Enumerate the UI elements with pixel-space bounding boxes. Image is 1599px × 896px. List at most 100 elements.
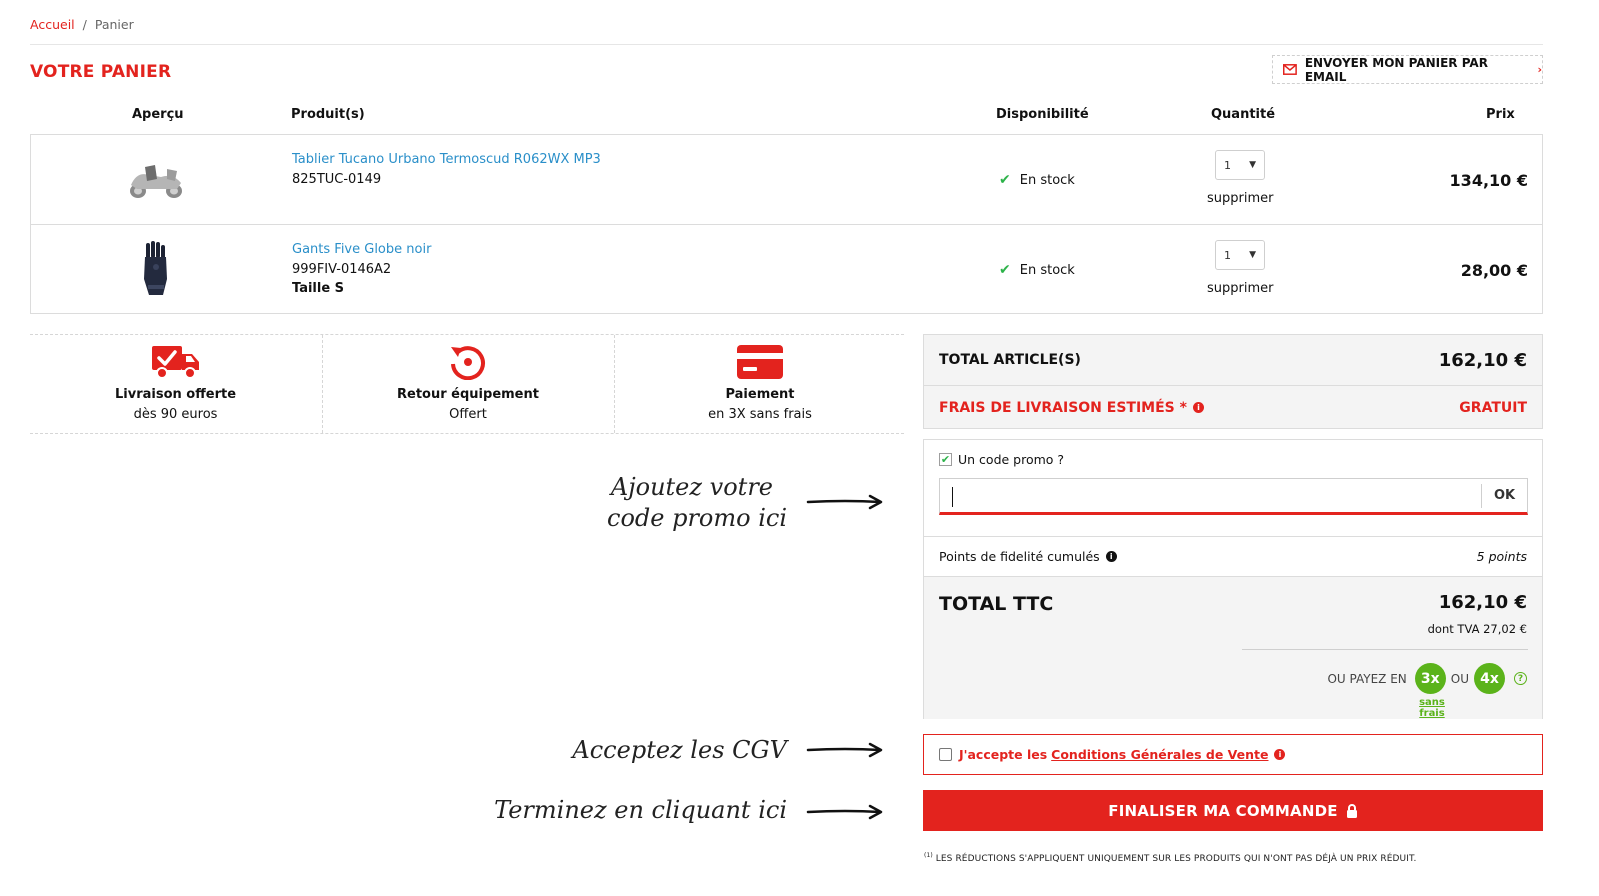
loyalty-points-row: Points de fidelité cumulés i 5 points [924, 536, 1542, 576]
annotation-cgv: Acceptez les CGV [572, 736, 787, 764]
quantity-value: 1 [1224, 248, 1231, 262]
breadcrumb-separator: / [82, 17, 87, 32]
header-product: Produit(s) [291, 107, 365, 122]
promo-checkbox[interactable]: ✔ [939, 453, 952, 466]
installment-or: OU [1450, 671, 1469, 686]
info-icon[interactable]: i [1192, 402, 1204, 413]
ttc-divider [1242, 649, 1528, 650]
header-divider [30, 44, 1543, 45]
cgv-prefix: J'accepte les [959, 747, 1048, 762]
item-price: 134,10 € [1449, 171, 1528, 190]
promo-toggle[interactable]: ✔ Un code promo ? [939, 452, 1064, 467]
total-ttc-section: TOTAL TTC 162,10 € dont TVA 27,02 € OU P… [924, 576, 1542, 719]
reassurance-subtitle: dès 90 euros [133, 407, 218, 422]
reassurance-subtitle: Offert [449, 407, 487, 422]
arrow-right-icon [806, 742, 883, 758]
return-icon [451, 346, 485, 380]
annotation-promo-line1: Ajoutez votre [610, 473, 773, 501]
product-link[interactable]: Gants Five Globe noir [292, 242, 431, 257]
glove-image[interactable] [141, 241, 171, 297]
email-cart-button[interactable]: ENVOYER MON PANIER PAR EMAIL › [1272, 55, 1543, 84]
pay-3x-badge[interactable]: 3x [1414, 663, 1446, 694]
product-ref: 825TUC-0149 [292, 172, 382, 187]
total-articles-value: 162,10 € [1438, 349, 1527, 371]
product-size: Taille S [292, 281, 345, 296]
info-icon[interactable]: i [1274, 749, 1286, 760]
chevron-down-icon: ▼ [1249, 160, 1256, 170]
finalize-label: FINALISER MA COMMANDE [1108, 801, 1338, 820]
checkmark-icon: ✔ [999, 262, 1011, 278]
lock-icon [1346, 803, 1357, 818]
reassurance-title: Livraison offerte [114, 387, 237, 402]
item-price: 28,00 € [1460, 261, 1528, 280]
breadcrumb: Accueil / Panier [30, 17, 134, 32]
footnote-mark: (1) [924, 852, 933, 859]
stock-label: En stock [1019, 172, 1075, 188]
remove-item-link[interactable]: supprimer [1207, 281, 1273, 296]
total-ttc-value: 162,10 € [1438, 592, 1527, 613]
reassurance-delivery: Livraison offerte dès 90 euros [30, 335, 321, 433]
promo-code-input[interactable] [940, 479, 1481, 512]
promo-label: Un code promo ? [958, 452, 1065, 467]
product-ref: 999FIV-0146A2 [292, 262, 392, 277]
footnote-text: LES RÉDUCTIONS S'APPLIQUENT UNIQUEMENT S… [935, 854, 1417, 864]
product-link[interactable]: Tablier Tucano Urbano Termoscud R062WX M… [292, 152, 601, 167]
cgv-checkbox[interactable] [939, 748, 952, 761]
remove-item-link[interactable]: supprimer [1207, 191, 1273, 206]
installment-prefix: OU PAYEZ EN [1327, 671, 1407, 686]
text-caret [952, 487, 953, 507]
quantity-select[interactable]: 1 ▼ [1215, 240, 1265, 270]
stock-status: ✔ En stock [999, 262, 1075, 278]
annotation-finish: Terminez en cliquant ici [494, 796, 787, 824]
header-quantity: Quantité [1211, 107, 1276, 122]
arrow-right-icon [806, 494, 883, 510]
pay-4x-badge[interactable]: 4x [1474, 663, 1505, 694]
header-price: Prix [1486, 107, 1515, 122]
breadcrumb-home-link[interactable]: Accueil [30, 17, 75, 32]
shipping-label: FRAIS DE LIVRAISON ESTIMÉS * [939, 399, 1187, 416]
installment-options: OU PAYEZ EN 3x OU 4x ? [1327, 663, 1527, 694]
reassurance-bar: Livraison offerte dès 90 euros Retour éq… [30, 334, 904, 434]
finalize-order-button[interactable]: FINALISER MA COMMANDE [923, 790, 1543, 831]
promo-ok-button[interactable]: OK [1481, 483, 1527, 508]
help-icon[interactable]: ? [1514, 672, 1527, 685]
info-icon[interactable]: i [1105, 551, 1117, 562]
cgv-acceptance[interactable]: J'accepte les Conditions Générales de Ve… [923, 734, 1543, 775]
reassurance-title: Paiement [725, 387, 795, 402]
delivery-truck-icon [151, 346, 199, 379]
loyalty-points-label-group: Points de fidelité cumulés i [939, 549, 1117, 564]
envelope-icon [1283, 64, 1297, 75]
total-ttc-label: TOTAL TTC [939, 593, 1054, 615]
sans-frais-link[interactable]: sans frais [1405, 697, 1459, 719]
cgv-link[interactable]: Conditions Générales de Vente [1051, 747, 1268, 762]
cart-row: Tablier Tucano Urbano Termoscud R062WX M… [31, 135, 1542, 224]
loyalty-points-label: Points de fidelité cumulés [939, 549, 1100, 564]
reassurance-return: Retour équipement Offert [322, 335, 613, 433]
chevron-down-icon: ▼ [1249, 250, 1256, 260]
checkmark-icon: ✔ [999, 172, 1011, 188]
chevron-right-icon: › [1537, 63, 1542, 76]
cart-row: Gants Five Globe noir 999FIV-0146A2 Tail… [31, 224, 1542, 313]
annotation-promo-line2: code promo ici [607, 504, 787, 532]
credit-card-icon [737, 345, 783, 379]
annotation-promo: Ajoutez votre code promo ici [527, 472, 787, 534]
total-articles-row: TOTAL ARTICLE(S) 162,10 € [924, 335, 1542, 385]
stock-label: En stock [1019, 262, 1075, 278]
quantity-select[interactable]: 1 ▼ [1215, 150, 1265, 180]
promo-field: OK [939, 478, 1528, 515]
header-preview: Aperçu [132, 107, 184, 122]
totals-summary: TOTAL ARTICLE(S) 162,10 € FRAIS DE LIVRA… [923, 334, 1543, 429]
reassurance-subtitle: en 3X sans frais [708, 407, 812, 422]
arrow-right-icon [806, 804, 883, 820]
reassurance-payment: Paiement en 3X sans frais [614, 335, 905, 433]
breadcrumb-current: Panier [94, 17, 134, 32]
header-availability: Disponibilité [996, 107, 1089, 122]
shipping-value: GRATUIT [1459, 399, 1527, 416]
footnote: (1) LES RÉDUCTIONS S'APPLIQUENT UNIQUEME… [924, 852, 1416, 864]
scooter-apron-image[interactable] [127, 161, 185, 199]
stock-status: ✔ En stock [999, 172, 1075, 188]
loyalty-points-value: 5 points [1476, 549, 1527, 564]
email-cart-label: ENVOYER MON PANIER PAR EMAIL [1304, 55, 1488, 84]
tva-amount: dont TVA 27,02 € [1427, 622, 1527, 636]
quantity-value: 1 [1224, 158, 1231, 172]
